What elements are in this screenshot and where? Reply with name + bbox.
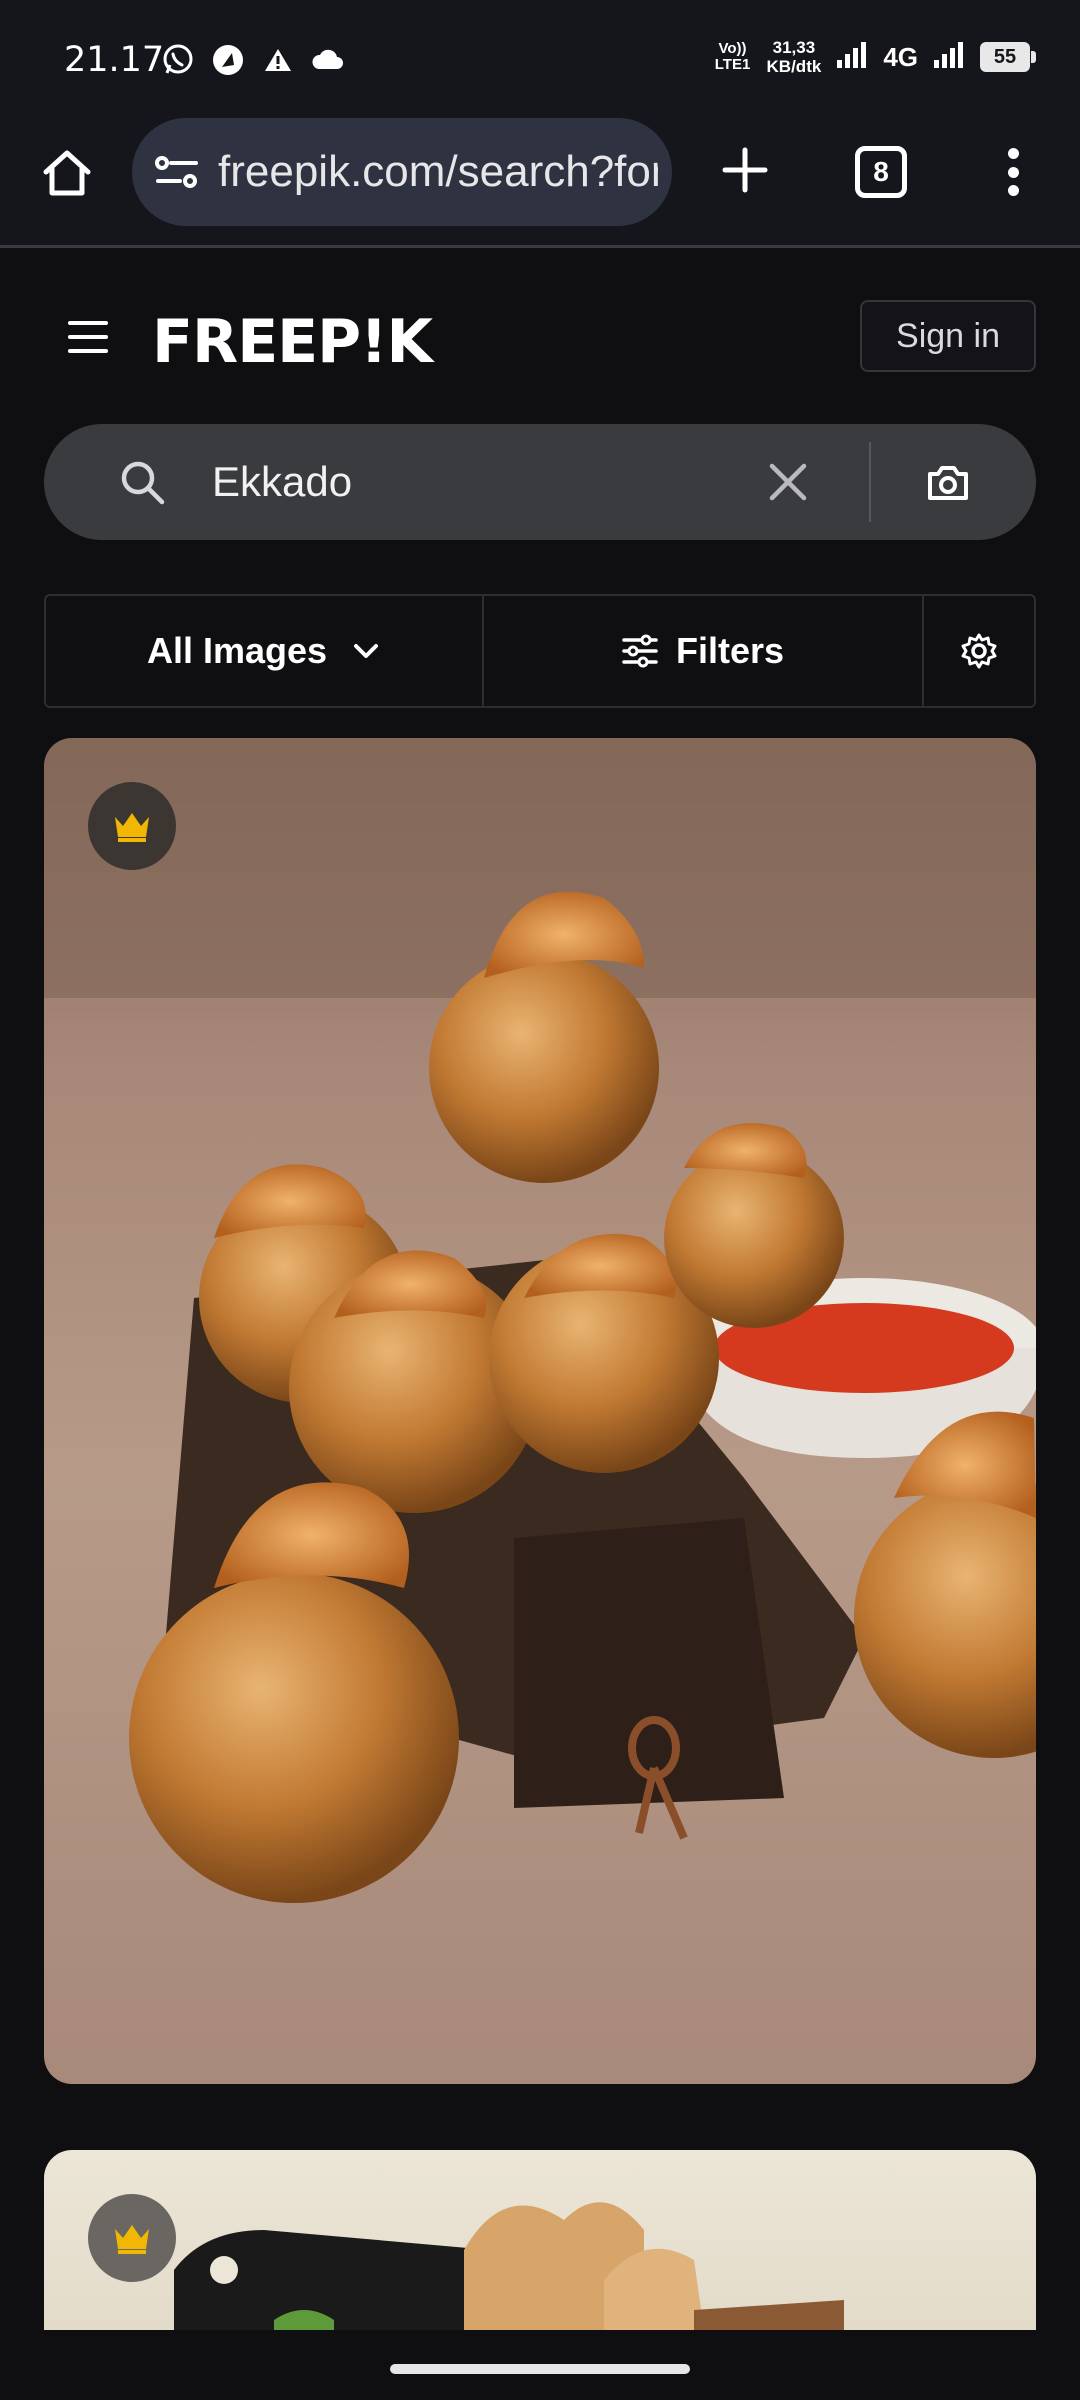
ekkado-food-photo <box>44 738 1036 1903</box>
status-bar: 21.17 Vo)) LTE1 31,33 KB/dtk 4G 55 <box>0 0 1080 118</box>
asset-type-dropdown[interactable]: All Images <box>46 596 484 706</box>
signal-icon <box>835 40 869 75</box>
filters-button[interactable]: Filters <box>484 596 924 706</box>
whatsapp-icon <box>160 42 196 78</box>
status-time: 21.17 <box>64 40 165 80</box>
more-menu-button[interactable] <box>990 142 1036 202</box>
search-divider <box>869 442 871 522</box>
close-icon[interactable] <box>766 460 810 504</box>
search-icon[interactable] <box>118 458 166 506</box>
premium-badge <box>88 2194 176 2282</box>
gear-icon <box>961 633 997 669</box>
filters-label: Filters <box>675 630 785 671</box>
cloud-icon <box>310 42 346 78</box>
home-icon <box>43 150 91 196</box>
tab-switcher-button[interactable]: 8 <box>855 146 907 198</box>
new-tab-button[interactable] <box>715 140 775 200</box>
chevron-down-icon <box>354 644 379 658</box>
tab-count: 8 <box>873 156 889 187</box>
settings-button[interactable] <box>924 596 1034 706</box>
signal-icon-2 <box>932 40 966 75</box>
search-bar[interactable]: Ekkado <box>44 424 1036 540</box>
asset-type-label: All Images <box>146 630 328 671</box>
battery-indicator: 55 <box>980 42 1036 72</box>
site-header: FREEP!K Sign in <box>0 251 1080 421</box>
sliders-icon <box>622 634 658 668</box>
search-input[interactable]: Ekkado <box>212 458 352 506</box>
url-text[interactable]: freepik.com/search?format=search&query=E… <box>218 147 658 197</box>
gesture-navigation-bar <box>0 2332 1080 2400</box>
home-button[interactable] <box>36 142 98 204</box>
browser-toolbar: freepik.com/search?format=search&query=E… <box>0 118 1080 248</box>
net-speed-unit: KB/dtk <box>766 57 822 76</box>
network-type: 4G <box>883 41 918 72</box>
notification-icons <box>160 42 346 78</box>
crown-icon <box>115 813 149 842</box>
sign-in-button[interactable]: Sign in <box>860 300 1036 372</box>
crown-icon <box>115 2225 149 2254</box>
hamburger-menu-icon[interactable] <box>68 321 108 353</box>
site-settings-icon[interactable] <box>154 152 200 192</box>
status-right-group: Vo)) LTE1 31,33 KB/dtk 4G 55 <box>713 38 1036 76</box>
new-tab-icon <box>722 147 768 193</box>
net-speed-value: 31,33 <box>772 38 816 57</box>
ekkado-food-photo <box>174 2202 844 2330</box>
result-image-card[interactable] <box>44 738 1036 2084</box>
network-speed: 31,33 KB/dtk <box>767 38 822 76</box>
home-gesture-handle[interactable] <box>390 2364 690 2374</box>
address-bar[interactable]: freepik.com/search?format=search&query=E… <box>132 118 672 226</box>
camera-icon[interactable] <box>924 458 972 506</box>
freepik-logo[interactable]: FREEP!K <box>152 307 433 377</box>
volte-indicator: Vo)) LTE1 <box>714 40 751 73</box>
filter-row: All Images Filters <box>44 594 1036 708</box>
result-image-card[interactable] <box>44 2150 1036 2330</box>
warning-icon <box>260 42 296 78</box>
navigation-icon <box>210 42 246 78</box>
premium-badge <box>88 782 176 870</box>
